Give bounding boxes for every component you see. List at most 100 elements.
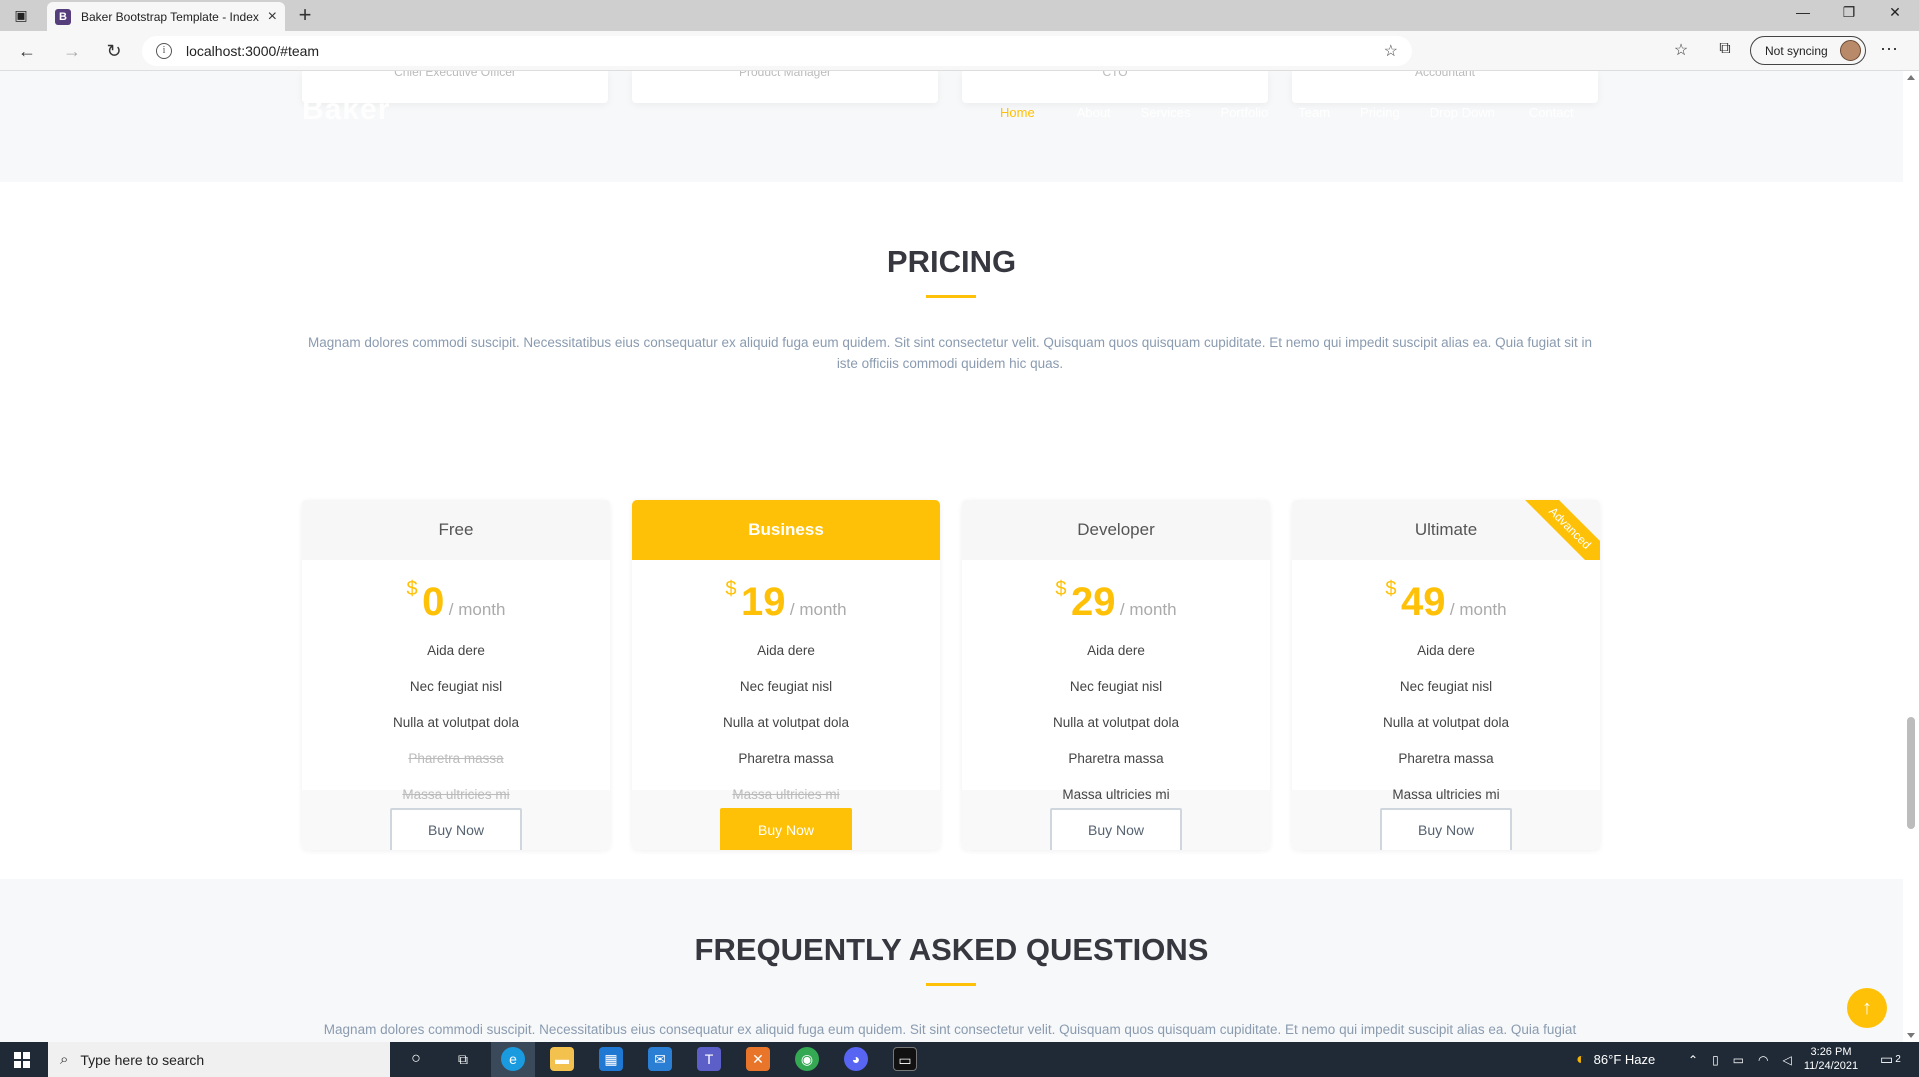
chrome-icon[interactable]: ◉ xyxy=(795,1047,819,1071)
site-info-icon[interactable]: i xyxy=(156,43,172,59)
collections-icon[interactable]: ⧉ xyxy=(1714,40,1736,58)
browser-toolbar: ← → ↻ i localhost:3000/#team ☆ ☆ ⧉ Not s… xyxy=(0,31,1919,71)
title-underline xyxy=(926,295,976,298)
nav-about[interactable]: About xyxy=(1077,105,1111,120)
teams-icon[interactable]: T xyxy=(697,1047,721,1071)
close-window-icon[interactable]: ✕ xyxy=(1880,4,1910,21)
task-view-icon[interactable]: ⧉ xyxy=(451,1047,475,1071)
new-tab-button[interactable]: + xyxy=(292,2,318,28)
more-menu-icon[interactable]: ⋯ xyxy=(1880,39,1898,60)
feature-item: Nec feugiat nisl xyxy=(739,679,833,694)
feature-item: Nec feugiat nisl xyxy=(1069,679,1163,694)
team-role: Accountant xyxy=(1414,71,1476,79)
scrollbar-thumb[interactable] xyxy=(1907,717,1915,829)
feature-item: Nulla at volutpat dola xyxy=(1052,715,1180,730)
feature-item: Aida dere xyxy=(757,643,815,658)
nav-portfolio[interactable]: Portfolio xyxy=(1221,105,1269,120)
nav-team[interactable]: Team xyxy=(1298,105,1330,120)
browser-tab-bar: ▣ B Baker Bootstrap Template - Index × +… xyxy=(0,0,1919,31)
xampp-icon[interactable]: ✕ xyxy=(746,1047,770,1071)
terminal-icon[interactable]: ▭ xyxy=(893,1047,917,1071)
weather-icon: ◐ xyxy=(1576,1050,1586,1068)
buy-now-button[interactable]: Buy Now xyxy=(720,808,852,850)
restore-icon[interactable]: ❐ xyxy=(1834,4,1864,21)
feature-item: Nulla at volutpat dola xyxy=(392,715,520,730)
edge-browser-icon[interactable]: e xyxy=(501,1047,525,1071)
minimize-icon[interactable]: — xyxy=(1788,4,1818,20)
team-role: Chief Executive Officer xyxy=(394,71,516,79)
faq-section: FREQUENTLY ASKED QUESTIONS Magnam dolore… xyxy=(0,879,1903,1042)
faq-description: Magnam dolores commodi suscipit. Necessi… xyxy=(323,1022,1577,1037)
forward-arrow-icon[interactable]: → xyxy=(60,39,84,63)
add-favorite-icon[interactable]: ☆ xyxy=(1384,41,1398,61)
scroll-down-icon[interactable] xyxy=(1907,1033,1915,1038)
buy-now-button[interactable]: Buy Now xyxy=(390,808,522,850)
clock-date: 11/24/2021 xyxy=(1803,1060,1859,1072)
cortana-icon[interactable]: ○ xyxy=(404,1047,428,1071)
feature-item: Aida dere xyxy=(1417,643,1475,658)
team-role: CTO xyxy=(1102,71,1128,79)
plan-name: Free xyxy=(302,500,610,560)
buy-now-button[interactable]: Buy Now xyxy=(1380,808,1512,850)
nav-home[interactable]: Home xyxy=(1000,105,1035,120)
device-icon[interactable]: ▯ xyxy=(1712,1053,1719,1067)
volume-icon[interactable]: ◁ xyxy=(1783,1053,1792,1067)
notifications-icon[interactable]: ▭ 2 xyxy=(1880,1042,1901,1077)
plan-footer: Buy Now xyxy=(962,790,1270,850)
price-amount: 19 xyxy=(740,580,786,624)
discord-icon[interactable]: ◕ xyxy=(844,1047,868,1071)
notification-count: 2 xyxy=(1895,1054,1901,1065)
scroll-to-top-button[interactable]: ↑ xyxy=(1847,988,1887,1028)
site-logo[interactable]: Baker xyxy=(302,93,390,127)
sync-label: Not syncing xyxy=(1765,43,1828,58)
battery-icon[interactable]: ▭ xyxy=(1733,1053,1744,1067)
currency-symbol: $ xyxy=(406,578,418,600)
buy-now-button[interactable]: Buy Now xyxy=(1050,808,1182,850)
sync-button[interactable]: Not syncing xyxy=(1750,36,1866,65)
nav-pricing[interactable]: Pricing xyxy=(1360,105,1400,120)
browser-tab[interactable]: B Baker Bootstrap Template - Index × xyxy=(47,2,285,31)
price-period: / month xyxy=(1119,600,1177,619)
system-tray: ⌃ ▯ ▭ ◠ ◁ xyxy=(1688,1042,1792,1077)
scroll-up-icon[interactable] xyxy=(1907,75,1915,80)
currency-symbol: $ xyxy=(1385,578,1397,600)
feature-item: Aida dere xyxy=(427,643,485,658)
price-amount: 49 xyxy=(1400,580,1446,624)
windows-start-icon[interactable] xyxy=(14,1052,30,1068)
search-placeholder: Type here to search xyxy=(80,1051,205,1068)
address-bar[interactable]: i localhost:3000/#team ☆ xyxy=(142,36,1412,66)
profile-avatar xyxy=(1840,40,1861,61)
tab-actions-icon[interactable]: ▣ xyxy=(10,4,32,26)
back-arrow-icon[interactable]: ← xyxy=(15,39,39,63)
tab-title: Baker Bootstrap Template - Index xyxy=(81,9,259,24)
faq-title: FREQUENTLY ASKED QUESTIONS xyxy=(694,932,1209,967)
title-underline xyxy=(926,983,976,986)
close-tab-icon[interactable]: × xyxy=(268,8,277,26)
page-scrollbar[interactable] xyxy=(1903,71,1919,1042)
taskbar-clock[interactable]: 3:26 PM 11/24/2021 xyxy=(1796,1045,1866,1073)
nav-services[interactable]: Services xyxy=(1141,105,1191,120)
feature-item-unavailable: Pharetra massa xyxy=(408,751,504,766)
plan-body: $ 19 / month Aida dere Nec feugiat nisl … xyxy=(632,560,940,802)
nav-dropdown[interactable]: Drop Down xyxy=(1430,105,1495,120)
feature-item: Nulla at volutpat dola xyxy=(722,715,850,730)
currency-symbol: $ xyxy=(725,578,737,600)
wifi-icon[interactable]: ◠ xyxy=(1758,1053,1768,1067)
file-explorer-icon[interactable]: ▬ xyxy=(550,1047,574,1071)
weather-widget[interactable]: ◐ 86°F Haze xyxy=(1576,1042,1655,1077)
price-amount: 29 xyxy=(1070,580,1116,624)
taskbar-search[interactable]: ⌕ Type here to search xyxy=(48,1042,390,1077)
plan-price: $ 19 / month xyxy=(632,578,940,625)
notification-glyph: ▭ xyxy=(1880,1051,1894,1067)
nav-contact[interactable]: Contact xyxy=(1529,105,1574,120)
price-amount: 0 xyxy=(422,580,445,624)
address-url[interactable]: localhost:3000/#team xyxy=(186,43,319,59)
favorites-icon[interactable]: ☆ xyxy=(1670,40,1692,60)
plan-name: Business xyxy=(632,500,940,560)
pricing-card-free: Free $ 0 / month Aida dere Nec feugiat n… xyxy=(302,500,610,850)
refresh-icon[interactable]: ↻ xyxy=(102,39,126,63)
show-hidden-icons-icon[interactable]: ⌃ xyxy=(1688,1053,1698,1067)
store-icon[interactable]: ▦ xyxy=(599,1047,623,1071)
mail-icon[interactable]: ✉ xyxy=(648,1047,672,1071)
feature-item: Nec feugiat nisl xyxy=(409,679,503,694)
